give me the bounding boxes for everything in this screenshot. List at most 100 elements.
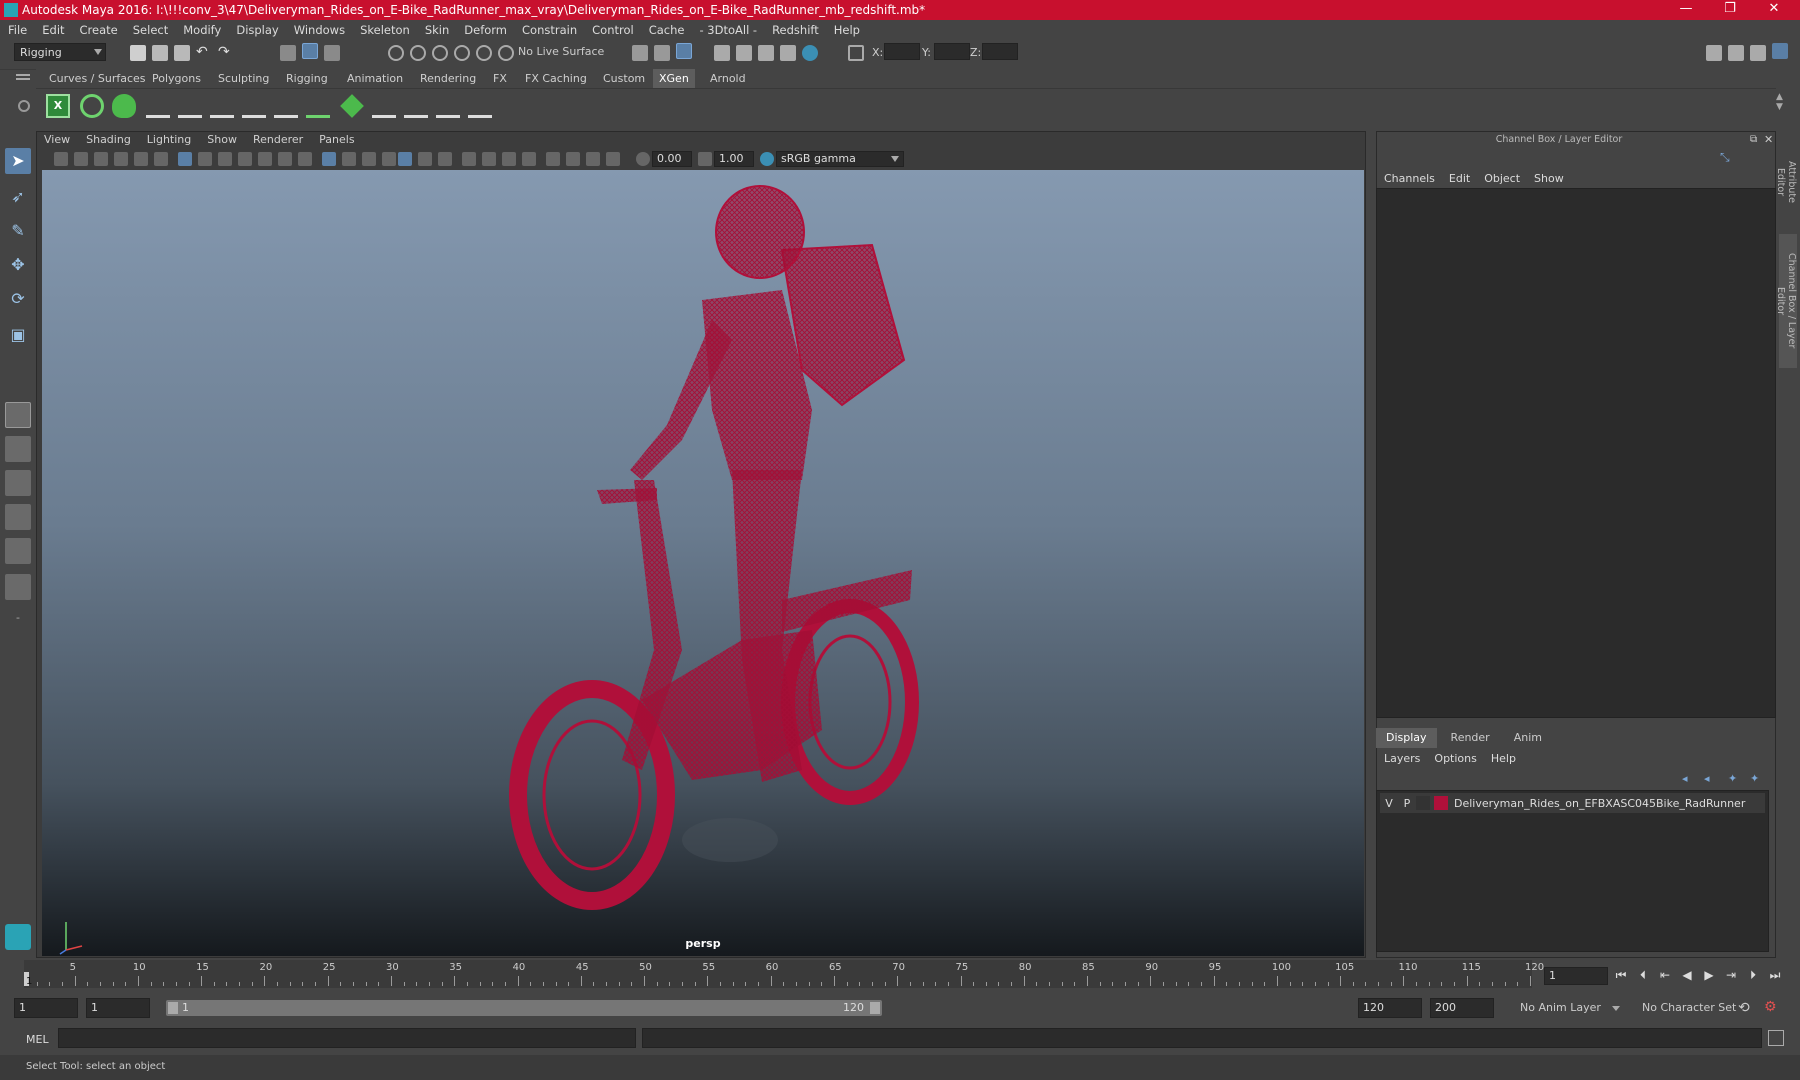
new-layer-icon[interactable]: ✦ <box>1728 772 1737 785</box>
step-forward-frame-icon[interactable]: ⏵ <box>1746 968 1760 982</box>
shelf-tab-xgen[interactable]: XGen <box>653 69 695 88</box>
safe-action-icon[interactable] <box>278 152 292 166</box>
rotate-tool-icon[interactable]: ⟳ <box>5 286 31 312</box>
more-layouts-icon[interactable]: - <box>5 608 31 634</box>
construction-history-icon[interactable] <box>676 43 692 59</box>
layer-menu-help[interactable]: Help <box>1491 752 1516 765</box>
layer-row[interactable]: V P Deliveryman_Rides_on_EFBXASC045Bike_… <box>1380 793 1765 813</box>
layer-color-swatch[interactable] <box>1434 796 1448 810</box>
menu-cache[interactable]: Cache <box>649 23 685 37</box>
isolate-select-icon[interactable] <box>546 152 560 166</box>
shadows-icon[interactable] <box>438 152 452 166</box>
select-tool-icon[interactable]: ➤ <box>5 148 31 174</box>
single-perspective-layout-icon[interactable] <box>5 402 31 428</box>
render-view-icon[interactable] <box>714 45 730 61</box>
channel-box-area[interactable] <box>1376 188 1776 718</box>
menu-set-dropdown[interactable]: Rigging <box>14 43 106 61</box>
undo-icon[interactable]: ↶ <box>196 45 212 61</box>
layer-menu-layers[interactable]: Layers <box>1384 752 1420 765</box>
new-scene-icon[interactable] <box>130 45 146 61</box>
scale-tool-icon[interactable]: ▣ <box>5 322 31 348</box>
layer-tab-display[interactable]: Display <box>1376 728 1437 748</box>
menu-skeleton[interactable]: Skeleton <box>360 23 410 37</box>
channel-box-tab[interactable]: Channel Box / Layer Editor <box>1775 234 1797 368</box>
textured-icon[interactable] <box>398 152 412 166</box>
bookmark-icon[interactable] <box>94 152 108 166</box>
shelf-tab-fx[interactable]: FX <box>487 69 513 88</box>
shelf-tab-fx-caching[interactable]: FX Caching <box>519 69 593 88</box>
menu-control[interactable]: Control <box>592 23 634 37</box>
channel-box-toggle-icon[interactable] <box>1772 43 1788 59</box>
use-all-lights-icon[interactable] <box>418 152 432 166</box>
comb-brush-icon[interactable] <box>404 94 428 118</box>
menu-modify[interactable]: Modify <box>183 23 221 37</box>
smooth-shade-icon[interactable] <box>342 152 356 166</box>
minimize-button[interactable]: — <box>1664 0 1708 20</box>
place-guides-icon[interactable] <box>178 94 202 118</box>
close-panel-icon[interactable]: ✕ <box>1764 133 1773 146</box>
layer-visibility-toggle[interactable]: V <box>1380 797 1398 810</box>
viewport-menu-show[interactable]: Show <box>207 133 237 149</box>
snap-surface-icon[interactable] <box>476 45 492 61</box>
lasso-tool-icon[interactable]: ➶ <box>5 184 31 210</box>
xgen-preview-icon[interactable] <box>80 94 104 118</box>
3d-viewport[interactable]: persp <box>42 170 1364 956</box>
output-ops-icon[interactable] <box>654 45 670 61</box>
perspective-outliner-layout-icon[interactable] <box>5 470 31 496</box>
guide-length-icon[interactable] <box>242 94 266 118</box>
gamma-icon[interactable] <box>698 152 712 166</box>
move-layer-down-icon[interactable]: ◂ <box>1704 772 1710 785</box>
menu-constrain[interactable]: Constrain <box>522 23 577 37</box>
viewport-menu-renderer[interactable]: Renderer <box>253 133 303 149</box>
shelf-settings-icon[interactable] <box>18 100 30 112</box>
select-components-icon[interactable] <box>324 45 340 61</box>
menu-create[interactable]: Create <box>80 23 118 37</box>
input-ops-icon[interactable] <box>632 45 648 61</box>
menu-skin[interactable]: Skin <box>425 23 449 37</box>
field-chart-icon[interactable] <box>258 152 272 166</box>
xray-active-components-icon[interactable] <box>586 152 600 166</box>
snap-grid-icon[interactable] <box>388 45 404 61</box>
transform-constraint-icon[interactable] <box>848 45 864 61</box>
layer-playback-toggle[interactable]: P <box>1398 797 1416 810</box>
save-scene-icon[interactable] <box>174 45 190 61</box>
color-management-icon[interactable] <box>760 152 774 166</box>
hypershade-icon[interactable] <box>802 45 818 61</box>
gate-mask-icon[interactable] <box>238 152 252 166</box>
layer-name[interactable]: Deliveryman_Rides_on_EFBXASC045Bike_RadR… <box>1454 797 1745 810</box>
auto-key-icon[interactable]: ⟲ <box>1738 1000 1750 1016</box>
four-view-layout-icon[interactable] <box>5 436 31 462</box>
view-transform-dropdown[interactable]: sRGB gamma <box>776 151 904 167</box>
z-field[interactable] <box>982 43 1018 60</box>
play-backwards-icon[interactable]: ◀ <box>1680 968 1694 982</box>
shelf-tab-sculpting[interactable]: Sculpting <box>212 69 275 88</box>
menu-redshift[interactable]: Redshift <box>772 23 819 37</box>
maximize-button[interactable]: ❐ <box>1708 0 1752 20</box>
live-surface-icon[interactable] <box>498 45 514 61</box>
y-field[interactable] <box>934 43 970 60</box>
render-settings-icon[interactable] <box>780 45 796 61</box>
screen-space-ao-icon[interactable] <box>462 152 476 166</box>
shelf-menu-icon[interactable] <box>16 74 30 76</box>
play-forwards-icon[interactable]: ▶ <box>1702 968 1716 982</box>
playback-end-field[interactable]: 120 <box>1358 998 1422 1018</box>
close-button[interactable]: ✕ <box>1752 0 1796 20</box>
channel-box-axis-icon[interactable]: ⤡ <box>1720 151 1730 163</box>
open-scene-icon[interactable] <box>152 45 168 61</box>
menu-select[interactable]: Select <box>133 23 168 37</box>
anti-aliasing-icon[interactable] <box>502 152 516 166</box>
layer-tab-render[interactable]: Render <box>1441 728 1500 748</box>
modeling-toolkit-icon[interactable] <box>1706 45 1722 61</box>
viewport-menu-panels[interactable]: Panels <box>319 133 354 149</box>
wireframe-icon[interactable] <box>322 152 336 166</box>
camera-attributes-icon[interactable] <box>74 152 88 166</box>
snap-view-plane-icon[interactable] <box>454 45 470 61</box>
viewport-menu-shading[interactable]: Shading <box>86 133 131 149</box>
perspective-hypershade-layout-icon[interactable] <box>5 538 31 564</box>
move-tool-icon[interactable]: ✥ <box>5 252 31 278</box>
outliner-layout-icon[interactable] <box>5 574 31 600</box>
xray-joints-icon[interactable] <box>606 152 620 166</box>
layer-reference-toggle[interactable] <box>1416 796 1430 810</box>
tool-settings-toggle-icon[interactable] <box>1750 45 1766 61</box>
shelf-scroll-arrows-icon[interactable]: ▲ ▼ <box>1776 92 1783 112</box>
